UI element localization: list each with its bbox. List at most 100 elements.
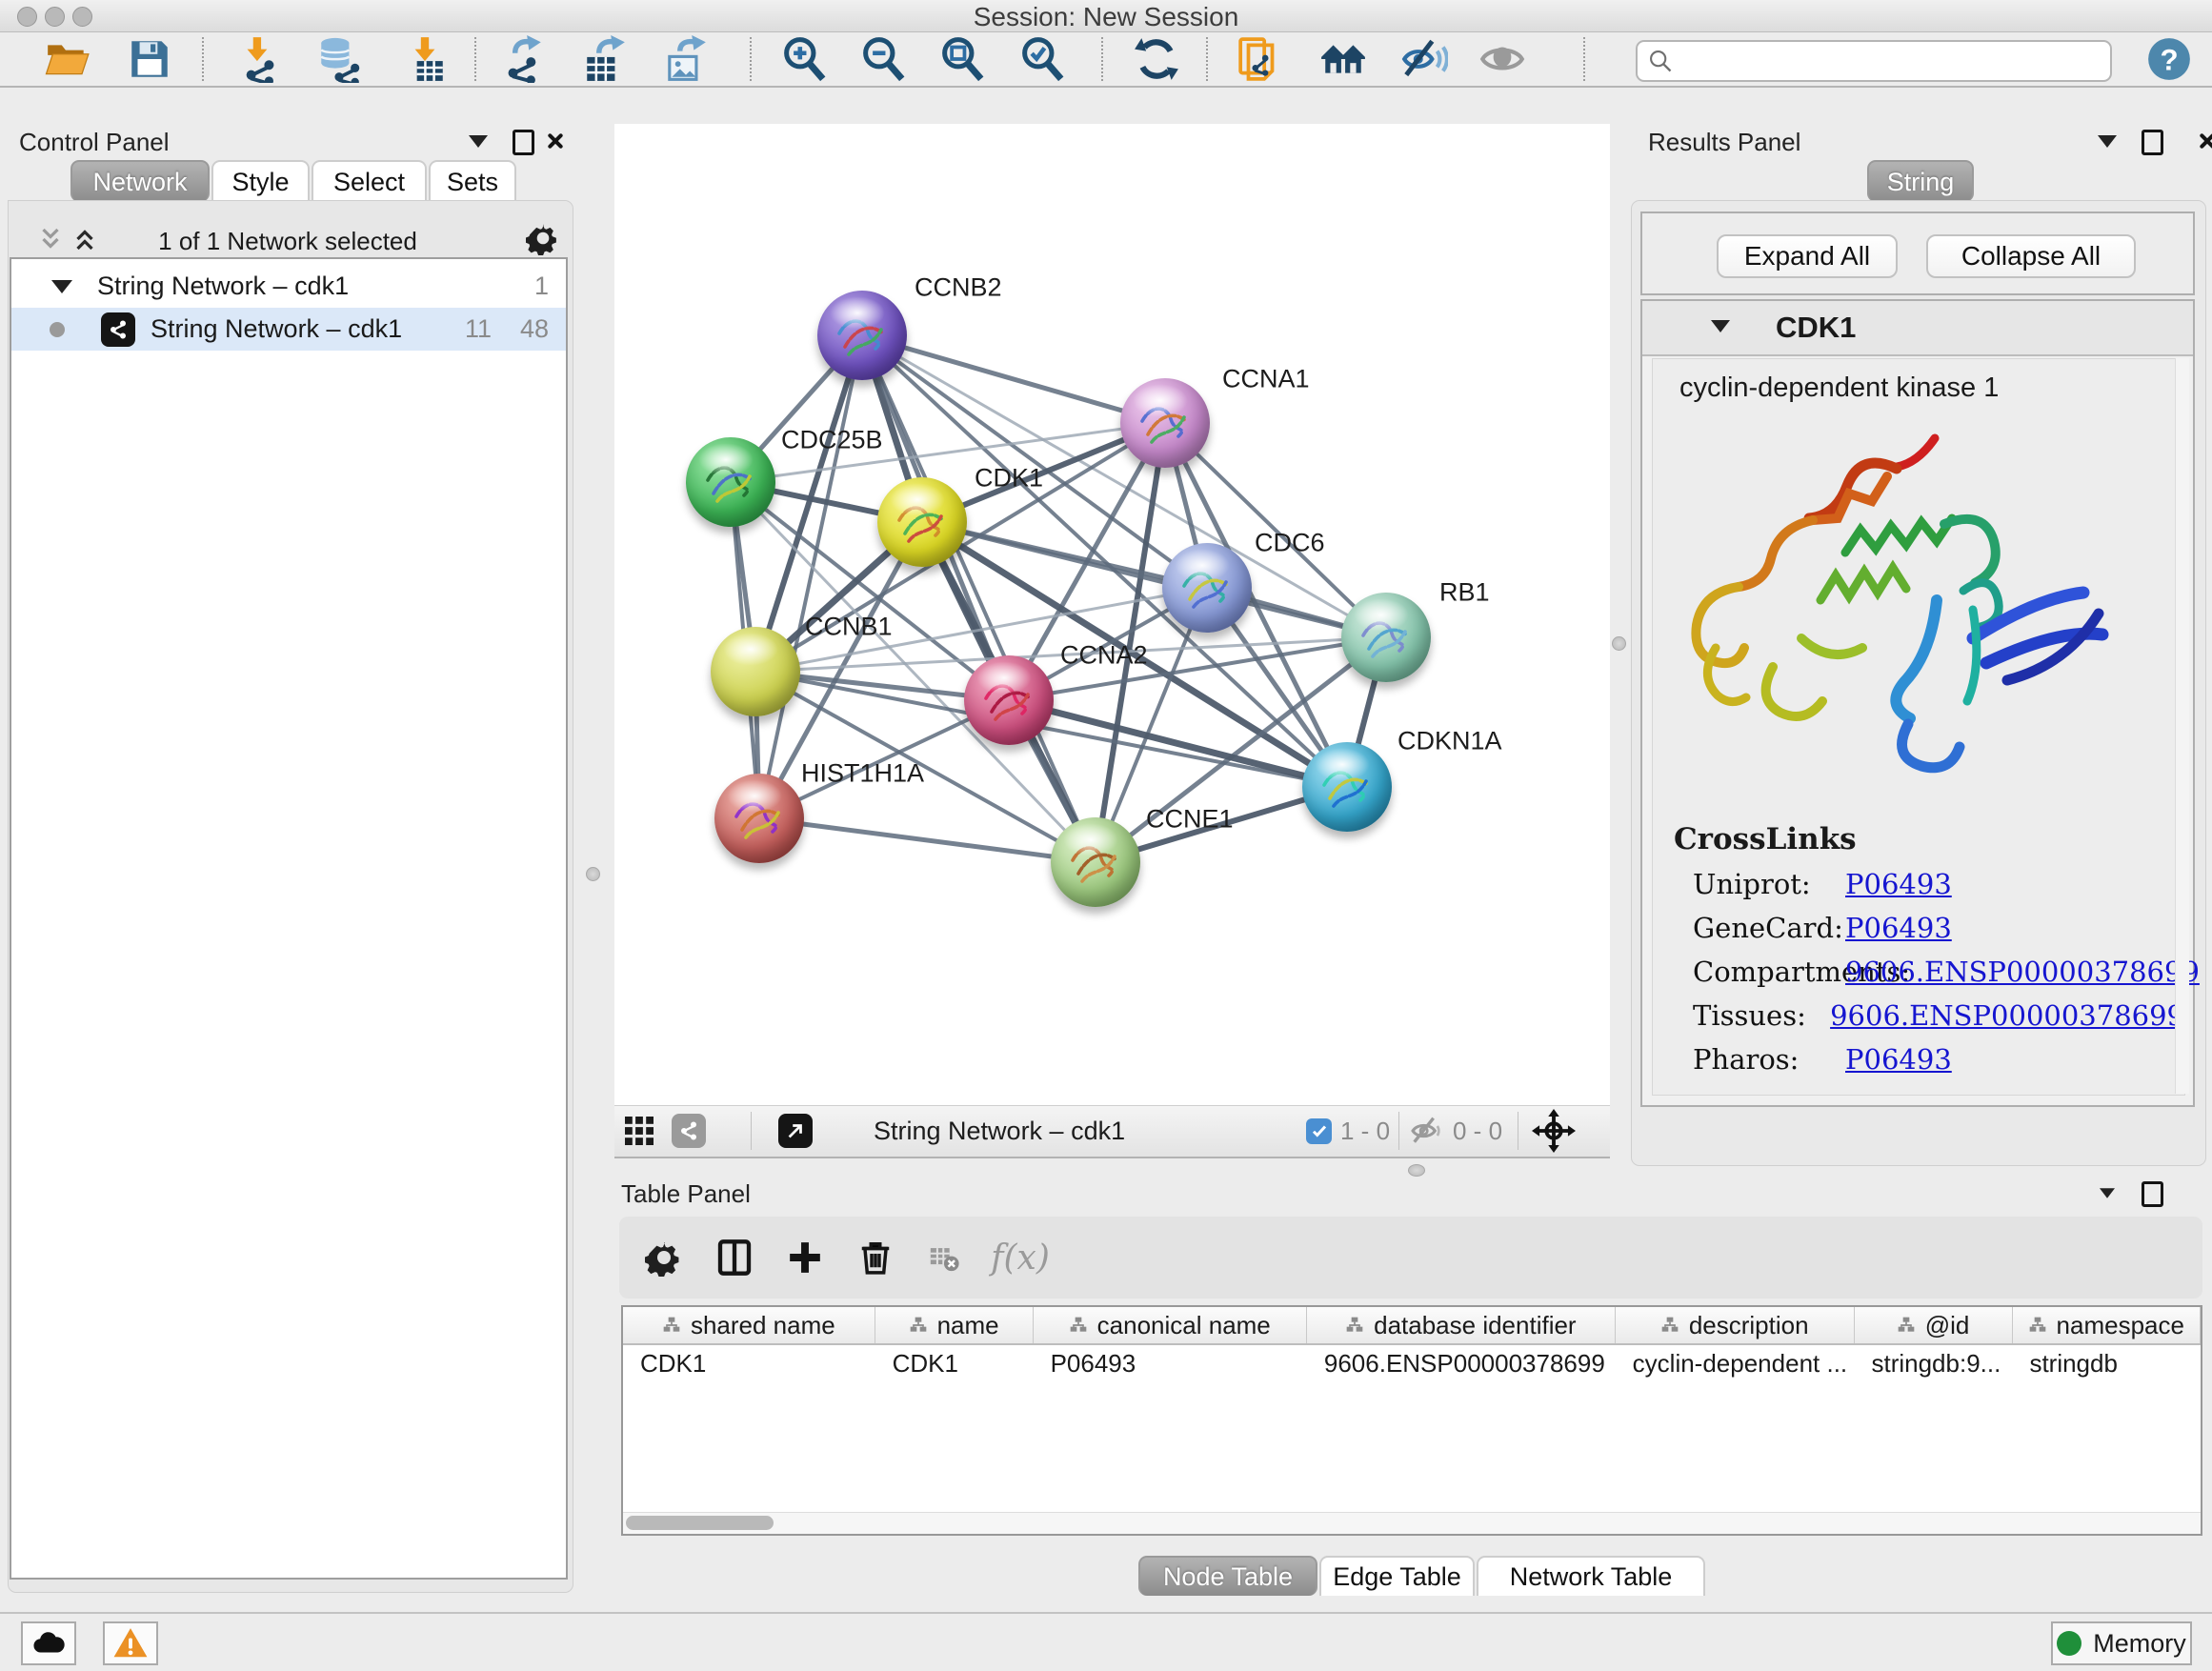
cloud-status-button[interactable] [21, 1621, 76, 1665]
column-header--id[interactable]: @id [1855, 1307, 2013, 1343]
column-header-description[interactable]: description [1616, 1307, 1855, 1343]
tab-network[interactable]: Network [70, 160, 210, 202]
import-table-file-button[interactable] [397, 34, 452, 84]
control-panel-close-button[interactable] [545, 131, 564, 151]
table-cell[interactable]: stringdb:9... [1854, 1345, 2012, 1381]
scrollbar-thumb[interactable] [626, 1516, 774, 1530]
network-node-CCNA1[interactable] [1120, 378, 1210, 468]
table-cell[interactable]: CDK1 [623, 1345, 875, 1381]
birds-eye-view-button[interactable] [1532, 1110, 1576, 1152]
network-node-CDK1[interactable] [877, 477, 967, 567]
crosslink-link[interactable]: P06493 [1845, 868, 1952, 900]
network-node-HIST1H1A[interactable] [714, 774, 804, 863]
zoom-selected-button[interactable] [1016, 34, 1071, 84]
tab-network-table[interactable]: Network Table [1477, 1556, 1705, 1596]
network-node-CCNB2[interactable] [817, 291, 907, 380]
delete-table-button[interactable] [916, 1230, 972, 1285]
results-scrollbar[interactable] [2175, 358, 2189, 1094]
home-button[interactable] [1316, 34, 1371, 84]
results-panel-float-button[interactable] [2142, 130, 2163, 155]
import-network-file-button[interactable] [231, 34, 287, 84]
network-row-selected[interactable]: String Network – cdk1 11 48 [11, 308, 566, 351]
control-panel-menu-button[interactable] [469, 135, 488, 148]
grid-view-button[interactable] [622, 1110, 656, 1152]
table-panel-float-button[interactable] [2142, 1181, 2163, 1207]
table-cell[interactable]: 9606.ENSP00000378699 [1307, 1345, 1616, 1381]
string-documents-button[interactable] [1233, 34, 1288, 84]
right-splitter-handle[interactable] [1612, 636, 1626, 651]
column-header-name[interactable]: name [875, 1307, 1034, 1343]
tab-style[interactable]: Style [211, 160, 310, 202]
table-horizontal-scrollbar[interactable] [623, 1512, 2201, 1534]
tab-node-table[interactable]: Node Table [1138, 1556, 1317, 1596]
column-header-database-identifier[interactable]: database identifier [1307, 1307, 1616, 1343]
network-collection-row[interactable]: String Network – cdk1 1 [11, 265, 566, 308]
view-mode-share-button[interactable] [672, 1110, 706, 1152]
sitemap-icon [1345, 1316, 1364, 1335]
network-node-CDC25B[interactable] [686, 437, 775, 527]
open-session-button[interactable] [40, 34, 95, 84]
table-cell[interactable]: P06493 [1034, 1345, 1307, 1381]
tab-select[interactable]: Select [312, 160, 427, 202]
network-edge[interactable] [759, 818, 1096, 862]
network-canvas[interactable]: CCNB2CCNA1CDC25BCDK1CDC6RB1CCNB1CCNA2CDK… [614, 124, 1610, 1105]
crosslink-link[interactable]: 9606.ENSP00000378699 [1830, 999, 2184, 1032]
save-session-button[interactable] [122, 34, 177, 84]
delete-column-button[interactable] [848, 1230, 903, 1285]
crosslink-link[interactable]: 9606.ENSP00000378699 [1845, 956, 2200, 988]
network-node-CDC6[interactable] [1162, 543, 1252, 633]
expand-all-button[interactable]: Expand All [1717, 234, 1898, 278]
tab-edge-table[interactable]: Edge Table [1319, 1556, 1475, 1596]
export-network-button[interactable] [495, 34, 551, 84]
table-cell[interactable]: cyclin-dependent ... [1616, 1345, 1855, 1381]
node-label-CCNA1: CCNA1 [1222, 365, 1310, 394]
zoom-in-button[interactable] [777, 34, 833, 84]
results-panel-close-button[interactable] [2197, 131, 2212, 151]
warnings-button[interactable] [103, 1621, 158, 1665]
show-columns-button[interactable] [707, 1230, 762, 1285]
hide-glasses-button[interactable] [1397, 34, 1452, 84]
network-node-CCNA2[interactable] [964, 655, 1054, 745]
function-builder-button[interactable]: f(x) [979, 1230, 1061, 1285]
network-edge[interactable] [759, 335, 862, 818]
network-node-CCNE1[interactable] [1051, 817, 1140, 907]
table-cell[interactable]: stringdb [2012, 1345, 2201, 1381]
show-eye-button[interactable] [1475, 34, 1530, 84]
column-header-namespace[interactable]: namespace [2013, 1307, 2202, 1343]
search-input[interactable] [1636, 40, 2112, 82]
protein-collapse-triangle[interactable] [1711, 320, 1730, 332]
export-table-button[interactable] [577, 34, 633, 84]
results-panel-menu-button[interactable] [2098, 135, 2117, 148]
crosslink-link[interactable]: P06493 [1845, 1043, 1952, 1076]
column-header-shared-name[interactable]: shared name [623, 1307, 875, 1343]
fit-content-button[interactable] [935, 34, 991, 84]
table-options-button[interactable] [636, 1230, 692, 1285]
tab-sets[interactable]: Sets [429, 160, 516, 202]
export-image-button[interactable] [658, 34, 714, 84]
network-node-CDKN1A[interactable] [1302, 742, 1392, 832]
tab-string-results[interactable]: String [1867, 160, 1974, 202]
collection-expand-triangle[interactable] [51, 280, 72, 293]
left-splitter-handle[interactable] [586, 867, 600, 881]
table-row[interactable]: CDK1CDK1P064939606.ENSP00000378699cyclin… [623, 1345, 2201, 1381]
import-network-database-button[interactable] [312, 34, 367, 84]
collapse-all-button[interactable]: Collapse All [1926, 234, 2136, 278]
crosslink-link[interactable]: P06493 [1845, 912, 1952, 944]
protein-card-header[interactable]: CDK1 [1642, 301, 2193, 356]
create-column-button[interactable] [777, 1230, 833, 1285]
zoom-out-button[interactable] [856, 34, 912, 84]
network-options-button[interactable] [526, 221, 560, 260]
apply-layout-button[interactable] [1129, 34, 1184, 84]
detach-view-button[interactable] [778, 1110, 813, 1152]
bottom-splitter-handle[interactable] [1408, 1164, 1425, 1177]
control-panel-float-button[interactable] [513, 130, 534, 155]
memory-button[interactable]: Memory [2051, 1621, 2192, 1665]
hidden-toggle[interactable] [1408, 1110, 1446, 1152]
selected-checkbox[interactable] [1306, 1110, 1332, 1152]
column-header-canonical-name[interactable]: canonical name [1034, 1307, 1307, 1343]
network-node-CCNB1[interactable] [711, 627, 800, 716]
help-button[interactable]: ? [2142, 34, 2197, 84]
network-node-RB1[interactable] [1341, 593, 1431, 682]
table-cell[interactable]: CDK1 [875, 1345, 1034, 1381]
table-panel-menu-button[interactable] [2100, 1188, 2115, 1198]
